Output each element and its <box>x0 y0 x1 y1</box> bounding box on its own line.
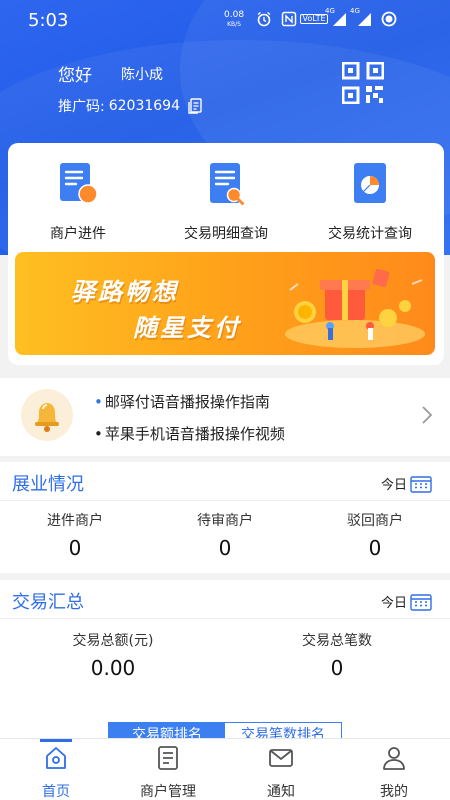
net-speed-value: 0.08 <box>224 10 245 20</box>
stat-rejected: 驳回商户 0 <box>325 510 425 560</box>
merchant-onboarding-button[interactable]: 商户进件 <box>8 161 148 243</box>
business-period-label: 今日 <box>381 478 408 493</box>
stat-total-amount-value: 0.00 <box>90 656 136 680</box>
alarm-icon <box>256 11 272 27</box>
merchant-management-icon <box>158 746 178 770</box>
trade-period-picker[interactable]: 今日 <box>381 592 432 611</box>
signal-icon: 4G <box>325 7 347 27</box>
calendar-icon <box>410 593 432 611</box>
stat-rejected-label: 驳回商户 <box>347 513 403 529</box>
mail-icon <box>269 749 293 767</box>
status-bar: 5:03 0.08 KB/S VoLTE 4G 4G <box>0 0 450 40</box>
promo-code: 62031694 <box>108 98 180 114</box>
stat-total-count-value: 0 <box>330 656 344 680</box>
notice-panel[interactable]: • 邮驿付语音播报操作指南 • 苹果手机语音播报操作视频 <box>0 378 450 456</box>
tab-home-label: 首页 <box>42 784 70 800</box>
chevron-right-icon[interactable] <box>420 404 434 426</box>
calendar-icon <box>410 475 432 493</box>
stat-total-count: 交易总笔数 0 <box>272 630 402 680</box>
nfc-icon <box>281 11 297 27</box>
promo-code-row: 推广码: 62031694 <box>58 96 202 116</box>
greeting-text: 您好 <box>58 66 92 86</box>
promo-banner[interactable]: 驿路畅想 随星支付 <box>15 252 435 355</box>
copy-icon[interactable] <box>188 98 202 114</box>
stat-pending-value: 0 <box>218 536 232 560</box>
business-period-picker[interactable]: 今日 <box>381 474 432 493</box>
transaction-detail-label: 交易明细查询 <box>184 226 268 242</box>
notice-item-2[interactable]: • 苹果手机语音播报操作视频 <box>94 423 285 444</box>
profile-icon <box>383 747 405 770</box>
stat-pending-label: 待审商户 <box>197 513 253 529</box>
transaction-statistics-icon <box>354 163 386 203</box>
transaction-detail-icon <box>210 163 244 205</box>
stat-onboarded-value: 0 <box>68 536 82 560</box>
stat-onboarded: 进件商户 0 <box>25 510 125 560</box>
banner-line2: 随星支付 <box>133 314 241 342</box>
tab-profile[interactable]: 我的 <box>338 739 450 800</box>
username-text: 陈小成 <box>121 67 163 83</box>
tab-home[interactable]: 首页 <box>0 739 112 800</box>
tab-notifications[interactable]: 通知 <box>225 739 337 800</box>
transaction-statistics-label: 交易统计查询 <box>328 226 412 242</box>
tab-notifications-label: 通知 <box>267 784 295 800</box>
qr-code-icon[interactable] <box>342 62 384 104</box>
banner-line1: 驿路畅想 <box>71 278 179 306</box>
bottom-tab-bar: 首页 商户管理 通知 我的 <box>0 738 450 800</box>
signal1-label: 4G <box>325 7 335 15</box>
transaction-detail-button[interactable]: 交易明细查询 <box>156 161 296 243</box>
tab-profile-label: 我的 <box>380 784 408 800</box>
trade-title: 交易汇总 <box>12 592 84 613</box>
transaction-statistics-button[interactable]: 交易统计查询 <box>300 161 440 243</box>
status-time: 5:03 <box>28 10 69 31</box>
volte-label: VoLTE <box>300 14 328 24</box>
business-title: 展业情况 <box>12 474 84 495</box>
signal-icon-2: 4G <box>350 7 372 27</box>
merchant-onboarding-label: 商户进件 <box>50 226 106 242</box>
function-card: 商户进件 交易明细查询 交易统计查询 驿路畅想 随星支付 <box>8 143 444 365</box>
net-speed-unit: KB/S <box>227 21 241 28</box>
stat-pending: 待审商户 0 <box>175 510 275 560</box>
stat-total-count-label: 交易总笔数 <box>302 633 372 649</box>
tab-merchant-management-label: 商户管理 <box>140 784 196 800</box>
notice-item-2-text: 苹果手机语音播报操作视频 <box>104 425 285 443</box>
home-icon <box>46 747 66 769</box>
network-speed: 0.08 KB/S <box>224 11 244 29</box>
tab-merchant-management[interactable]: 商户管理 <box>112 739 224 800</box>
battery-icon <box>381 11 397 27</box>
stat-rejected-value: 0 <box>368 536 382 560</box>
bell-icon <box>21 389 73 441</box>
business-section: 展业情况 今日 进件商户 0 待审商户 0 驳回商户 0 <box>0 462 450 573</box>
volte-icon: VoLTE <box>300 11 328 27</box>
stat-total-amount-label: 交易总额(元) <box>72 633 154 649</box>
notice-item-1-text: 邮驿付语音播报操作指南 <box>104 393 270 411</box>
stat-total-amount: 交易总额(元) 0.00 <box>48 630 178 680</box>
notice-item-1[interactable]: • 邮驿付语音播报操作指南 <box>94 391 270 412</box>
merchant-onboarding-icon <box>60 163 98 204</box>
signal2-label: 4G <box>350 7 360 15</box>
promo-label: 推广码: <box>58 99 105 115</box>
stat-onboarded-label: 进件商户 <box>47 513 103 529</box>
trade-period-label: 今日 <box>381 596 408 611</box>
banner-illustration <box>285 268 425 348</box>
